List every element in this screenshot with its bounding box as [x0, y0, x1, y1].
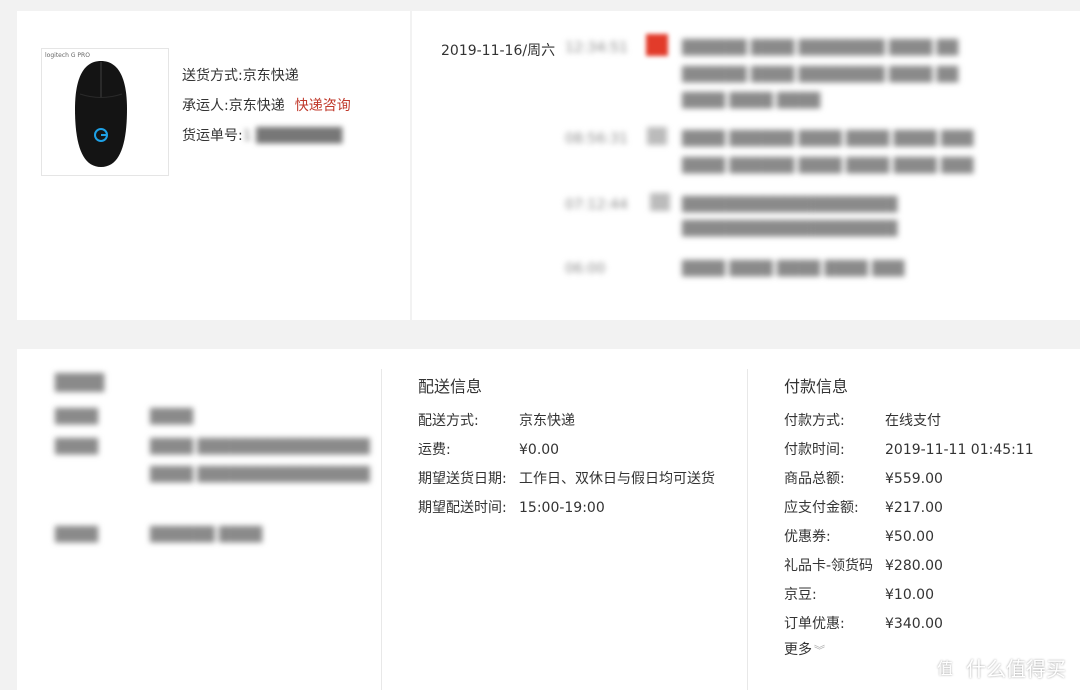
- payment-row-value: 2019-11-11 01:45:11: [885, 442, 1034, 458]
- tracking-status: ████ ██████ ████ ████ ████ ███: [682, 158, 974, 174]
- timeline-dot: [650, 193, 670, 211]
- payment-row-key: 应支付金额:: [784, 500, 859, 516]
- payment-row-value: ¥340.00: [885, 616, 943, 632]
- payment-row: 订单优惠: ¥340.00: [784, 613, 943, 633]
- payment-row: 礼品卡-领货码 ¥280.00: [784, 555, 943, 575]
- more-toggle[interactable]: 更多 ︾: [784, 639, 825, 659]
- tracking-panel: 2019-11-16/周六 12:34:51 ██████ ████ █████…: [412, 11, 1080, 320]
- recipient-key: ████: [55, 409, 99, 425]
- payment-row-key: 优惠券:: [784, 529, 831, 545]
- tracking-time: 12:34:51: [565, 40, 628, 56]
- tracking-status: ████ ████ ████ ████ ███: [682, 261, 905, 277]
- payment-row-value: 在线支付: [885, 413, 941, 429]
- delivery-row: 期望送货日期: 工作日、双休日与假日均可送货: [418, 468, 715, 488]
- carrier-label: 承运人:: [182, 98, 229, 114]
- payment-row: 京豆: ¥10.00: [784, 584, 934, 604]
- delivery-row-value: 京东快递: [519, 413, 575, 429]
- payment-row: 商品总额: ¥559.00: [784, 468, 943, 488]
- watermark: 值 什么值得买: [930, 652, 1066, 682]
- double-chevron-down-icon: ︾: [814, 644, 825, 657]
- payment-info-column: 付款信息 付款方式: 在线支付 付款时间: 2019-11-11 01:45:11 …: [748, 349, 1080, 690]
- tracking-status: ████████████████████: [682, 221, 898, 237]
- tracking-time: 06:00: [565, 261, 606, 277]
- tracking-number: 货运单号:1 ████████: [182, 125, 342, 145]
- payment-row-key: 付款时间:: [784, 442, 845, 458]
- delivery-info-column: 配送信息 配送方式: 京东快递 运费: ¥0.00 期望送货日期: 工作日、双休日与假…: [382, 349, 747, 690]
- tracking-value[interactable]: 1 ████████: [243, 128, 343, 144]
- payment-row-key: 付款方式:: [784, 413, 845, 429]
- delivery-row: 期望配送时间: 15:00-19:00: [418, 497, 605, 517]
- delivery-info-title: 配送信息: [418, 377, 483, 396]
- watermark-text: 什么值得买: [966, 656, 1066, 681]
- recipient-value: ████ ████████████████: [150, 467, 370, 483]
- delivery-method-label: 送货方式:: [182, 68, 243, 84]
- tracking-status: ████ ██████ ████ ████ ████ ███: [682, 131, 974, 147]
- tracking-status: ██████ ████ ████████ ████ ██: [682, 40, 959, 56]
- smzdm-logo-icon: 值: [930, 652, 960, 682]
- delivery-method: 送货方式:京东快递: [182, 65, 299, 85]
- mouse-image: [75, 61, 127, 167]
- recipient-column: ████ ████ ████ ████ ████ ███████████████…: [17, 349, 381, 690]
- tracking-status: ██████ ████ ████████ ████ ██: [682, 67, 959, 83]
- more-label: 更多: [784, 642, 812, 658]
- tracking-time: 07:12:44: [565, 197, 628, 213]
- package-panel: logitech G PRO 送货方式:京东快递 承运人:京东快递 快递咨询 货运…: [17, 11, 410, 320]
- recipient-key: ████: [55, 439, 99, 455]
- tracking-date: 2019-11-16/周六: [441, 43, 556, 59]
- delivery-row: 运费: ¥0.00: [418, 439, 559, 459]
- payment-row-key: 订单优惠:: [784, 616, 845, 632]
- delivery-row-value: 工作日、双休日与假日均可送货: [519, 471, 715, 487]
- carrier-value: 京东快递: [228, 98, 285, 114]
- recipient-title: ████: [55, 373, 105, 392]
- payment-info-title: 付款信息: [784, 377, 849, 396]
- delivery-row-key: 运费:: [418, 442, 451, 458]
- carrier: 承运人:京东快递 快递咨询: [182, 95, 351, 115]
- payment-row-value: ¥50.00: [885, 529, 934, 545]
- payment-row-value: ¥217.00: [885, 500, 943, 516]
- delivery-row-value: 15:00-19:00: [519, 500, 605, 516]
- payment-row: 优惠券: ¥50.00: [784, 526, 934, 546]
- tracking-status: ████████████████████: [682, 197, 898, 213]
- payment-row-value: ¥559.00: [885, 471, 943, 487]
- courier-inquiry-link[interactable]: 快递咨询: [295, 98, 351, 114]
- recipient-key: ████: [55, 527, 99, 543]
- tracking-time: 08:56:31: [565, 131, 628, 147]
- timeline-dot: [647, 127, 667, 145]
- order-details-panel: ████ ████ ████ ████ ████ ███████████████…: [17, 349, 1080, 690]
- delivery-row-key: 期望送货日期:: [418, 471, 507, 487]
- delivery-row-key: 配送方式:: [418, 413, 479, 429]
- payment-row: 付款方式: 在线支付: [784, 410, 941, 430]
- payment-row-value: ¥280.00: [885, 558, 943, 574]
- tracking-status: ████ ████ ████: [682, 93, 821, 109]
- tracking-label: 货运单号:: [182, 128, 243, 144]
- recipient-value: ██████ ████: [150, 527, 263, 543]
- delivery-row: 配送方式: 京东快递: [418, 410, 575, 430]
- recipient-value: ████: [150, 409, 194, 425]
- payment-row: 应支付金额: ¥217.00: [784, 497, 943, 517]
- current-status-dot: [646, 34, 668, 56]
- payment-row: 付款时间: 2019-11-11 01:45:11: [784, 439, 1034, 459]
- payment-row-key: 礼品卡-领货码: [784, 558, 874, 574]
- product-thumbnail[interactable]: logitech G PRO: [41, 48, 169, 176]
- payment-row-key: 商品总额:: [784, 471, 845, 487]
- delivery-row-key: 期望配送时间:: [418, 500, 507, 516]
- brand-logo: logitech G PRO: [45, 52, 90, 59]
- recipient-value: ████ ████████████████: [150, 439, 370, 455]
- delivery-row-value: ¥0.00: [519, 442, 560, 458]
- delivery-method-value: 京东快递: [242, 68, 299, 84]
- payment-row-value: ¥10.00: [885, 587, 934, 603]
- payment-row-key: 京豆:: [784, 587, 817, 603]
